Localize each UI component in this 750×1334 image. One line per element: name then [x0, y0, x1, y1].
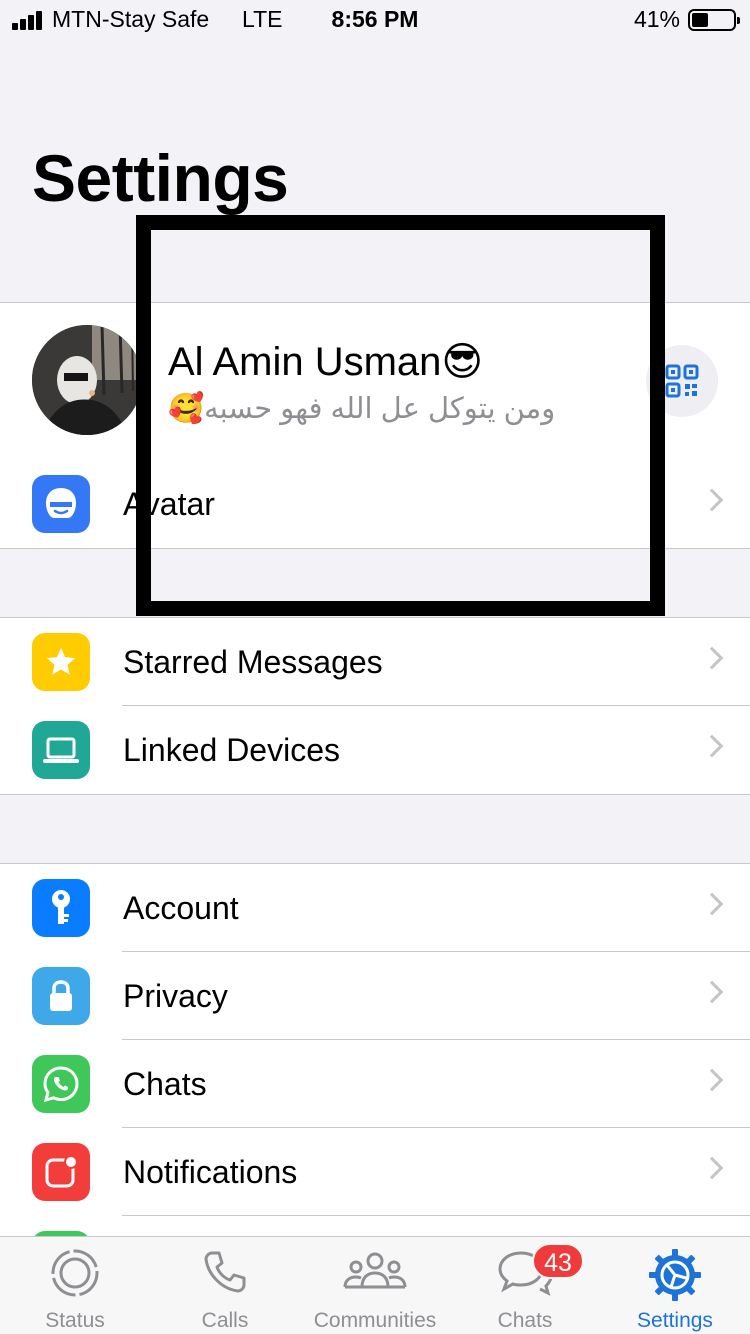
phone-icon — [204, 1251, 246, 1293]
settings-row-label: Privacy — [123, 978, 228, 1014]
tab-label: Communities — [313, 1309, 437, 1332]
avatar-icon — [32, 475, 90, 533]
tab-label: Status — [45, 1309, 105, 1332]
tab-label: Calls — [201, 1309, 249, 1332]
settings-row-privacy[interactable]: Privacy — [0, 952, 750, 1040]
tab-calls[interactable]: Calls — [150, 1237, 300, 1334]
status-bar: MTN-Stay Safe LTE 8:56 PM 41% — [0, 0, 750, 40]
unread-badge: 43 — [532, 1243, 584, 1279]
tab-status[interactable]: Status — [0, 1237, 150, 1334]
status-icon — [51, 1249, 99, 1297]
chevron-right-icon — [700, 646, 724, 670]
tab-bar: Status Calls Communities 43 Chats Settin… — [0, 1236, 750, 1334]
settings-row-label: Starred Messages — [123, 644, 383, 680]
tab-label: Settings — [637, 1309, 713, 1332]
tab-chats[interactable]: 43 Chats — [450, 1237, 600, 1334]
chevron-right-icon — [700, 892, 724, 916]
battery-percent: 41% — [633, 6, 680, 32]
tab-label: Chats — [497, 1309, 553, 1332]
settings-row-notifications[interactable]: Notifications — [0, 1128, 750, 1216]
tab-communities[interactable]: Communities — [300, 1237, 450, 1334]
whatsapp-icon — [32, 1055, 90, 1113]
chevron-right-icon — [700, 1156, 724, 1180]
tab-settings[interactable]: Settings — [600, 1237, 750, 1334]
gear-icon — [649, 1249, 701, 1301]
settings-row-account[interactable]: Account — [0, 864, 750, 952]
settings-row-linked-devices[interactable]: Linked Devices — [0, 706, 750, 794]
settings-row-label: Chats — [123, 1066, 207, 1102]
profile-photo[interactable] — [32, 325, 142, 435]
chevron-right-icon — [700, 488, 724, 512]
settings-row-label: Linked Devices — [123, 732, 340, 768]
settings-row-label: Account — [123, 890, 239, 926]
notification-icon — [32, 1143, 90, 1201]
settings-row-label: Notifications — [123, 1154, 298, 1190]
settings-row-starred-messages[interactable]: Starred Messages — [0, 618, 750, 706]
highlight-box — [136, 215, 665, 616]
chevron-right-icon — [700, 980, 724, 1004]
chevron-right-icon — [700, 734, 724, 758]
chevron-right-icon — [700, 1068, 724, 1092]
star-icon — [32, 633, 90, 691]
laptop-icon — [32, 721, 90, 779]
page-title: Settings — [32, 141, 289, 215]
lock-icon — [32, 967, 90, 1025]
communities-icon — [343, 1252, 407, 1289]
settings-row-chats[interactable]: Chats — [0, 1040, 750, 1128]
key-icon — [32, 879, 90, 937]
qr-code-icon — [665, 364, 699, 398]
battery-icon — [688, 9, 740, 31]
tools-group: Starred Messages Linked Devices — [0, 617, 750, 795]
